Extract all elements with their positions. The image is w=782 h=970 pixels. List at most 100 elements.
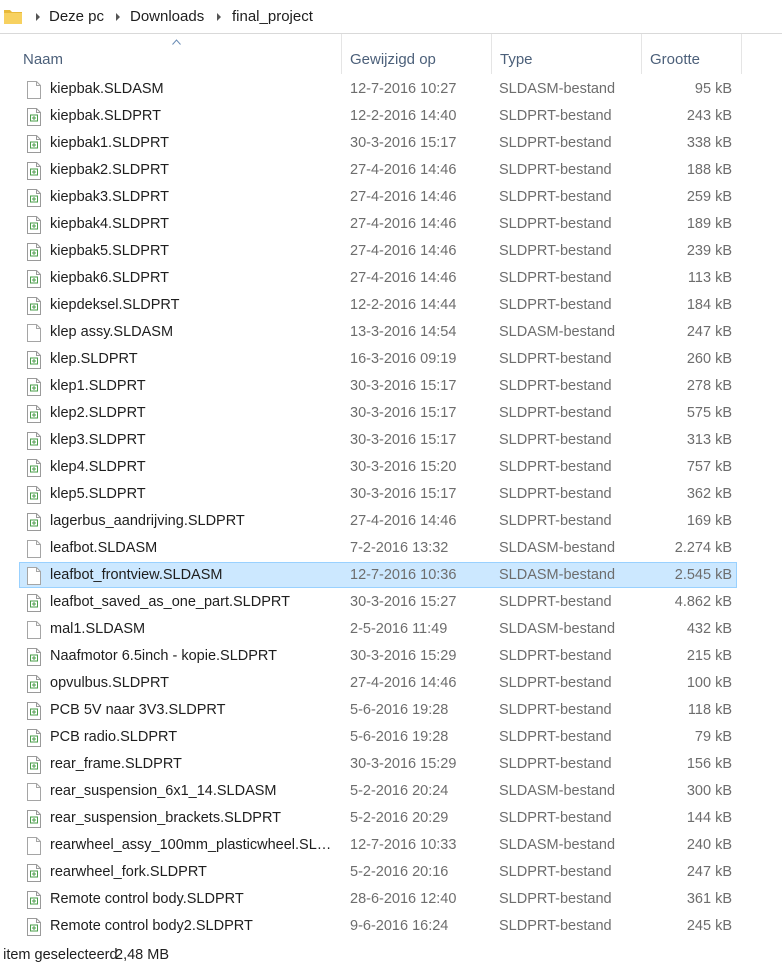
file-name: rearwheel_assy_100mm_plasticwheel.SLD... — [50, 837, 335, 853]
chevron-right-icon[interactable] — [214, 10, 224, 24]
file-row[interactable]: rearwheel_assy_100mm_plasticwheel.SLD...… — [19, 832, 737, 858]
chevron-right-icon[interactable] — [33, 10, 43, 24]
file-row[interactable]: rear_suspension_brackets.SLDPRT 5-2-2016 … — [19, 805, 737, 831]
file-size: 259 kB — [686, 189, 732, 205]
file-modified-date: 5-2-2016 20:16 — [350, 864, 449, 880]
file-type: SLDPRT-bestand — [499, 405, 612, 421]
file-row[interactable]: rear_frame.SLDPRT 30-3-2016 15:29 SLDPRT-b… — [19, 751, 737, 777]
file-modified-date: 16-3-2016 09:19 — [350, 351, 457, 367]
file-name: rear_suspension_6x1_14.SLDASM — [50, 783, 277, 799]
file-type: SLDASM-bestand — [499, 837, 616, 853]
file-name: kiepbak.SLDASM — [50, 81, 164, 97]
chevron-right-icon[interactable] — [113, 10, 123, 24]
file-name: rearwheel_fork.SLDPRT — [50, 864, 207, 880]
file-modified-date: 30-3-2016 15:29 — [350, 756, 457, 772]
file-row[interactable]: kiepbak2.SLDPRT 27-4-2016 14:46 SLDPRT-bes… — [19, 157, 737, 183]
file-size: 169 kB — [686, 513, 732, 529]
file-row[interactable]: Remote control body.SLDPRT 28-6-2016 12:4… — [19, 886, 737, 912]
file-row[interactable]: klep5.SLDPRT 30-3-2016 15:17 SLDPRT-bestan… — [19, 481, 737, 507]
file-row[interactable]: klep2.SLDPRT 30-3-2016 15:17 SLDPRT-bestan… — [19, 400, 737, 426]
sldasm-file-icon — [27, 324, 41, 342]
file-name: kiepbak3.SLDPRT — [50, 189, 170, 205]
file-name: Remote control body2.SLDPRT — [50, 918, 253, 934]
column-header-name[interactable]: Naam — [15, 34, 342, 74]
file-row[interactable]: kiepbak3.SLDPRT 27-4-2016 14:46 SLDPRT-bes… — [19, 184, 737, 210]
file-modified-date: 12-7-2016 10:36 — [350, 567, 457, 583]
sldasm-file-icon — [27, 621, 41, 639]
selection-count: 1 item geselecteerd — [0, 947, 118, 963]
file-name: kiepdeksel.SLDPRT — [50, 297, 180, 313]
file-type: SLDPRT-bestand — [499, 162, 612, 178]
sldprt-file-icon — [27, 702, 41, 720]
file-row[interactable]: lagerbus_aandrijving.SLDPRT 27-4-2016 14:… — [19, 508, 737, 534]
sldasm-file-icon — [27, 540, 41, 558]
file-size: 4.862 kB — [674, 594, 732, 610]
file-modified-date: 12-7-2016 10:27 — [350, 81, 457, 97]
file-modified-date: 12-2-2016 14:40 — [350, 108, 457, 124]
file-row[interactable]: opvulbus.SLDPRT 27-4-2016 14:46 SLDPRT-bes… — [19, 670, 737, 696]
file-modified-date: 30-3-2016 15:17 — [350, 486, 457, 502]
file-name: PCB radio.SLDPRT — [50, 729, 178, 745]
sldprt-file-icon — [27, 810, 41, 828]
file-size: 2.274 kB — [674, 540, 732, 556]
breadcrumb-downloads[interactable]: Downloads — [130, 8, 204, 25]
file-name: leafbot_saved_as_one_part.SLDPRT — [50, 594, 290, 610]
file-size: 243 kB — [686, 108, 732, 124]
sldprt-file-icon — [27, 918, 41, 936]
column-header-type[interactable]: Type — [492, 34, 642, 74]
file-row[interactable]: kiepbak6.SLDPRT 27-4-2016 14:46 SLDPRT-bes… — [19, 265, 737, 291]
file-modified-date: 30-3-2016 15:17 — [350, 378, 457, 394]
file-name: kiepbak5.SLDPRT — [50, 243, 170, 259]
file-type: SLDASM-bestand — [499, 783, 616, 799]
file-type: SLDPRT-bestand — [499, 729, 612, 745]
file-row[interactable]: PCB 5V naar 3V3.SLDPRT 5-6-2016 19:28 SLDP… — [19, 697, 737, 723]
file-row[interactable]: klep assy.SLDASM 13-3-2016 14:54 SLDASM-be… — [19, 319, 737, 345]
file-size: 215 kB — [686, 648, 732, 664]
file-row[interactable]: Remote control body2.SLDPRT 9-6-2016 16:2… — [19, 913, 737, 939]
file-modified-date: 7-2-2016 13:32 — [350, 540, 449, 556]
file-type: SLDASM-bestand — [499, 81, 616, 97]
breadcrumb-final-project[interactable]: final_project — [232, 8, 313, 25]
file-row[interactable]: kiepbak1.SLDPRT 30-3-2016 15:17 SLDPRT-bes… — [19, 130, 737, 156]
file-type: SLDPRT-bestand — [499, 702, 612, 718]
breadcrumb-this-pc[interactable]: Deze pc — [49, 8, 104, 25]
file-row[interactable]: Naafmotor 6.5inch - kopie.SLDPRT 30-3-201… — [19, 643, 737, 669]
file-row[interactable]: klep4.SLDPRT 30-3-2016 15:20 SLDPRT-bestan… — [19, 454, 737, 480]
file-row[interactable]: klep1.SLDPRT 30-3-2016 15:17 SLDPRT-bestan… — [19, 373, 737, 399]
file-size: 189 kB — [686, 216, 732, 232]
file-type: SLDPRT-bestand — [499, 459, 612, 475]
file-row[interactable]: kiepbak4.SLDPRT 27-4-2016 14:46 SLDPRT-bes… — [19, 211, 737, 237]
file-row[interactable]: kiepbak5.SLDPRT 27-4-2016 14:46 SLDPRT-bes… — [19, 238, 737, 264]
file-size: 338 kB — [686, 135, 732, 151]
file-row[interactable]: PCB radio.SLDPRT 5-6-2016 19:28 SLDPRT-bes… — [19, 724, 737, 750]
column-header-size[interactable]: Grootte — [642, 34, 742, 74]
address-bar[interactable]: Deze pc Downloads final_project — [0, 0, 782, 34]
file-row[interactable]: leafbot_frontview.SLDASM 12-7-2016 10:36 S… — [19, 562, 737, 588]
file-size: 247 kB — [686, 324, 732, 340]
file-row[interactable]: rear_suspension_6x1_14.SLDASM 5-2-2016 20… — [19, 778, 737, 804]
file-type: SLDPRT-bestand — [499, 864, 612, 880]
file-modified-date: 28-6-2016 12:40 — [350, 891, 457, 907]
file-row[interactable]: mal1.SLDASM 2-5-2016 11:49 SLDASM-bestand 4… — [19, 616, 737, 642]
file-modified-date: 27-4-2016 14:46 — [350, 189, 457, 205]
file-modified-date: 5-6-2016 19:28 — [350, 702, 449, 718]
file-type: SLDPRT-bestand — [499, 270, 612, 286]
sldprt-file-icon — [27, 729, 41, 747]
file-row[interactable]: leafbot_saved_as_one_part.SLDPRT 30-3-201… — [19, 589, 737, 615]
file-row[interactable]: klep3.SLDPRT 30-3-2016 15:17 SLDPRT-bestan… — [19, 427, 737, 453]
file-row[interactable]: kiepbak.SLDASM 12-7-2016 10:27 SLDASM-best… — [19, 76, 737, 102]
file-row[interactable]: kiepbak.SLDPRT 12-2-2016 14:40 SLDPRT-best… — [19, 103, 737, 129]
column-header-modified[interactable]: Gewijzigd op — [342, 34, 492, 74]
file-row[interactable]: leafbot.SLDASM 7-2-2016 13:32 SLDASM-besta… — [19, 535, 737, 561]
file-modified-date: 27-4-2016 14:46 — [350, 216, 457, 232]
file-row[interactable]: kiepdeksel.SLDPRT 12-2-2016 14:44 SLDPRT-b… — [19, 292, 737, 318]
file-size: 239 kB — [686, 243, 732, 259]
file-row[interactable]: rearwheel_fork.SLDPRT 5-2-2016 20:16 SLDPR… — [19, 859, 737, 885]
file-modified-date: 5-2-2016 20:29 — [350, 810, 449, 826]
file-name: opvulbus.SLDPRT — [50, 675, 170, 691]
file-modified-date: 13-3-2016 14:54 — [350, 324, 457, 340]
file-size: 184 kB — [686, 297, 732, 313]
file-name: kiepbak6.SLDPRT — [50, 270, 170, 286]
file-row[interactable]: klep.SLDPRT 16-3-2016 09:19 SLDPRT-bestand… — [19, 346, 737, 372]
file-modified-date: 30-3-2016 15:29 — [350, 648, 457, 664]
